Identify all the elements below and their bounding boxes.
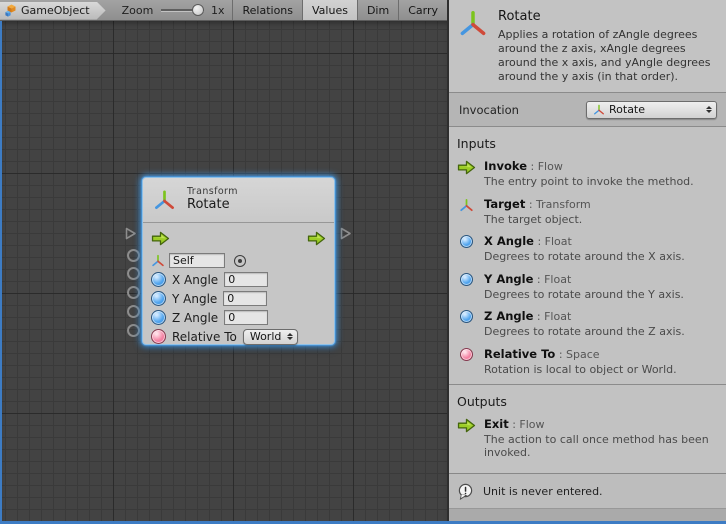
port-icon bbox=[460, 310, 473, 323]
transform-icon bbox=[153, 189, 176, 212]
port-doc-entry: X Angle : Float Degrees to rotate around… bbox=[457, 234, 726, 264]
toolbar-toggles: RelationsValuesDimCarry bbox=[232, 0, 447, 20]
flow-input-socket[interactable] bbox=[125, 227, 137, 240]
transform-icon bbox=[593, 104, 605, 116]
port-doc-entry: Exit : Flow The action to call once meth… bbox=[457, 417, 726, 459]
toolbar-tab-carry[interactable]: Carry bbox=[398, 0, 447, 20]
warning-bar: Unit is never entered. bbox=[449, 473, 726, 509]
zoom-slider[interactable] bbox=[161, 3, 204, 17]
node-body: Self X Angle 0 Y Angle 0 Z Angle 0 Relat… bbox=[143, 223, 334, 346]
zoom-value: 1x bbox=[211, 4, 225, 17]
transform-icon bbox=[459, 198, 474, 227]
dropdown-arrows-icon bbox=[287, 333, 293, 340]
relative-to-label: Relative To bbox=[172, 330, 237, 344]
float-port-icon[interactable] bbox=[151, 272, 166, 287]
flow-arrow-icon bbox=[457, 418, 476, 459]
transform-icon bbox=[458, 9, 488, 84]
gameobject-icon bbox=[4, 4, 17, 17]
port-doc-entry: Invoke : Flow The entry point to invoke … bbox=[457, 159, 726, 189]
outputs-header: Outputs bbox=[457, 394, 726, 409]
port-icon bbox=[460, 273, 473, 286]
relative-to-port-icon[interactable] bbox=[151, 329, 166, 344]
float-port-icon[interactable] bbox=[151, 291, 166, 306]
node-header[interactable]: Transform Rotate bbox=[143, 178, 334, 223]
graph-area: GameObject Zoom 1x RelationsValuesDimCar… bbox=[0, 0, 447, 521]
z-angle-input-socket[interactable] bbox=[127, 305, 140, 318]
angle-field[interactable]: 0 bbox=[224, 310, 268, 325]
graph-canvas[interactable]: Transform Rotate Self bbox=[0, 21, 447, 522]
breadcrumb[interactable]: GameObject bbox=[0, 2, 106, 20]
rotate-node[interactable]: Transform Rotate Self bbox=[142, 177, 335, 345]
exit-port-icon[interactable] bbox=[307, 231, 326, 246]
node-title: Rotate bbox=[187, 198, 238, 213]
port-doc-entry: Target : Transform The target object. bbox=[457, 197, 726, 227]
port-doc-entry: Relative To : Space Rotation is local to… bbox=[457, 347, 726, 377]
invocation-label: Invocation bbox=[459, 103, 519, 117]
angle-field[interactable]: 0 bbox=[224, 272, 268, 287]
invocation-row: Invocation Rotate bbox=[449, 93, 726, 127]
angle-row: X Angle 0 bbox=[151, 270, 326, 289]
inspector-title: Rotate bbox=[498, 9, 714, 24]
breadcrumb-label: GameObject bbox=[21, 4, 92, 17]
visual-scripting-window: GameObject Zoom 1x RelationsValuesDimCar… bbox=[0, 0, 726, 524]
toolbar-tab-values[interactable]: Values bbox=[302, 0, 357, 20]
invocation-value: Rotate bbox=[609, 103, 700, 116]
relative-to-value: World bbox=[250, 330, 282, 343]
ports-documentation: Inputs Invoke : Flow The entry point to … bbox=[449, 127, 726, 473]
angle-row: Z Angle 0 bbox=[151, 308, 326, 327]
x-angle-input-socket[interactable] bbox=[127, 267, 140, 280]
flow-output-socket[interactable] bbox=[340, 227, 352, 240]
inspector-panel: Rotate Applies a rotation of zAngle degr… bbox=[447, 0, 726, 521]
relative-to-dropdown[interactable]: World bbox=[243, 329, 299, 345]
inspector-description: Applies a rotation of zAngle degrees aro… bbox=[498, 28, 714, 84]
inputs-header: Inputs bbox=[457, 136, 726, 151]
port-doc-entry: Y Angle : Float Degrees to rotate around… bbox=[457, 272, 726, 302]
target-field[interactable]: Self bbox=[169, 253, 225, 268]
angle-field[interactable]: 0 bbox=[223, 291, 267, 306]
panel-footer bbox=[449, 509, 726, 521]
relative-to-row: Relative To World bbox=[151, 327, 326, 346]
toolbar-tab-relations[interactable]: Relations bbox=[232, 0, 302, 20]
port-doc-entry: Z Angle : Float Degrees to rotate around… bbox=[457, 309, 726, 339]
zoom-slider-knob[interactable] bbox=[192, 4, 204, 16]
target-input-socket[interactable] bbox=[127, 249, 140, 262]
target-port-icon[interactable] bbox=[151, 254, 165, 268]
dropdown-arrows-icon bbox=[706, 106, 712, 113]
object-picker-icon[interactable] bbox=[234, 255, 246, 267]
port-icon bbox=[460, 235, 473, 248]
invocation-dropdown[interactable]: Rotate bbox=[586, 101, 717, 119]
target-row: Self bbox=[151, 251, 326, 270]
y-angle-input-socket[interactable] bbox=[127, 286, 140, 299]
float-port-icon[interactable] bbox=[151, 310, 166, 325]
warning-text: Unit is never entered. bbox=[483, 485, 603, 498]
invoke-port-icon[interactable] bbox=[151, 231, 170, 246]
warning-icon bbox=[457, 483, 474, 500]
port-icon bbox=[460, 348, 473, 361]
flow-arrow-icon bbox=[457, 160, 476, 189]
zoom-label: Zoom bbox=[122, 4, 154, 17]
inspector-header: Rotate Applies a rotation of zAngle degr… bbox=[449, 0, 726, 93]
toolbar-tab-dim[interactable]: Dim bbox=[357, 0, 398, 20]
graph-toolbar: GameObject Zoom 1x RelationsValuesDimCar… bbox=[0, 0, 447, 21]
angle-row: Y Angle 0 bbox=[151, 289, 326, 308]
relative-to-input-socket[interactable] bbox=[127, 324, 140, 337]
